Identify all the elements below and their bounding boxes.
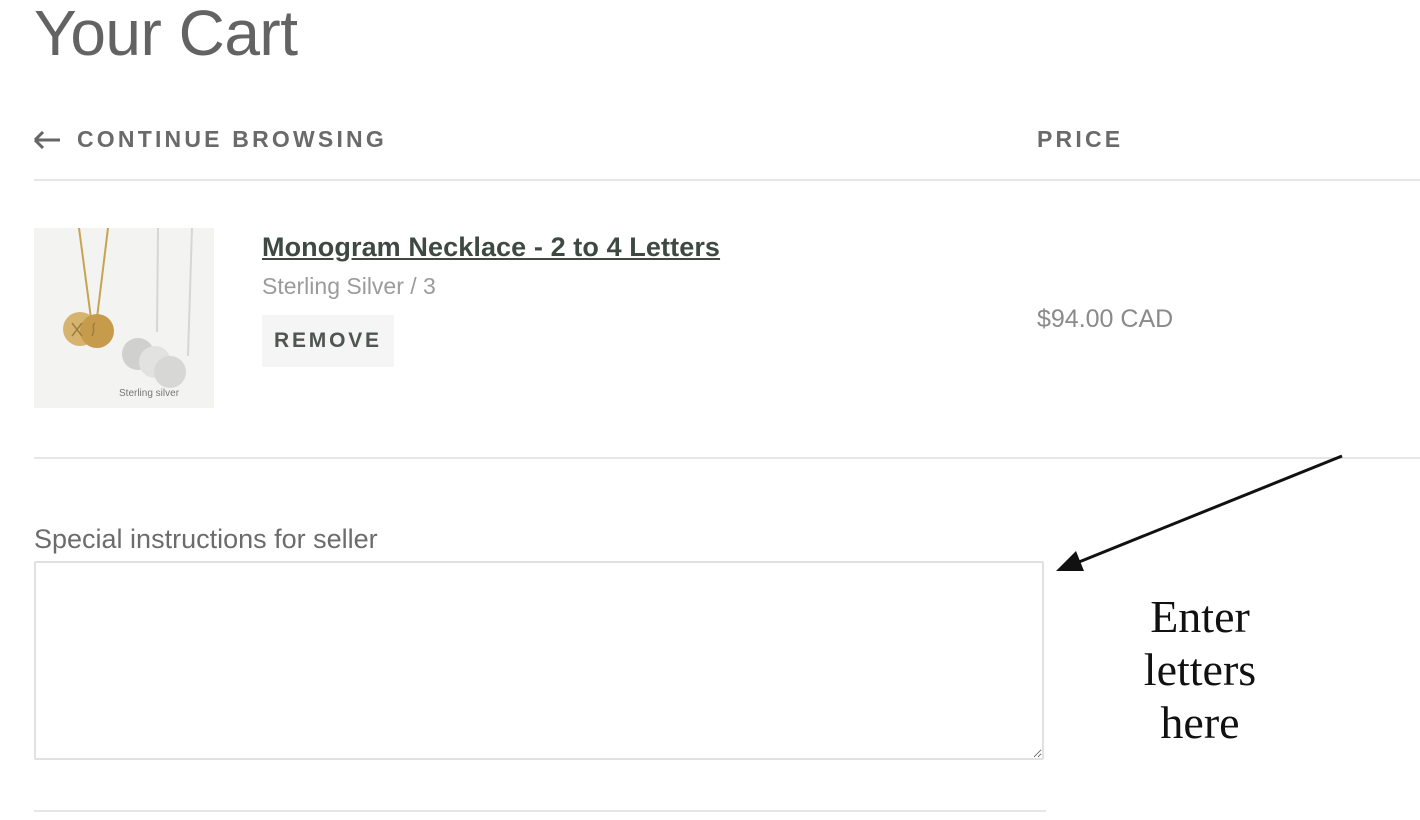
product-name-link[interactable]: Monogram Necklace - 2 to 4 Letters — [262, 232, 720, 262]
continue-browsing-link[interactable]: CONTINUE BROWSING — [34, 126, 387, 153]
product-image-link[interactable]: Sterling silver — [34, 228, 214, 408]
product-image-caption: Sterling silver — [119, 388, 180, 399]
annotation-text: Enter letters here — [1100, 590, 1300, 749]
remove-button[interactable]: REMOVE — [262, 315, 394, 367]
product-image: Sterling silver — [34, 228, 214, 408]
special-instructions-textarea[interactable] — [34, 561, 1044, 760]
annotation-line-2: letters — [1143, 644, 1257, 695]
product-variant: Sterling Silver / 3 — [262, 273, 436, 299]
footer-divider — [34, 810, 1046, 812]
price-column-header: PRICE — [1037, 126, 1124, 152]
annotation-line-3: here — [1160, 697, 1240, 748]
continue-browsing-label: CONTINUE BROWSING — [77, 126, 387, 152]
annotation-arrow-icon — [1056, 454, 1343, 571]
special-instructions-label: Special instructions for seller — [34, 524, 378, 554]
page-title: Your Cart — [34, 0, 298, 69]
annotation-line-1: Enter — [1150, 591, 1250, 642]
item-price: $94.00 CAD — [1037, 305, 1174, 333]
cart-item-row: Sterling silver Monogram Necklace - 2 to… — [34, 228, 1420, 408]
cart-table-header: CONTINUE BROWSING PRICE — [34, 126, 1420, 156]
arrow-left-icon — [34, 130, 60, 149]
item-details: Monogram Necklace - 2 to 4 Letters Sterl… — [262, 232, 720, 367]
header-divider — [34, 179, 1420, 181]
